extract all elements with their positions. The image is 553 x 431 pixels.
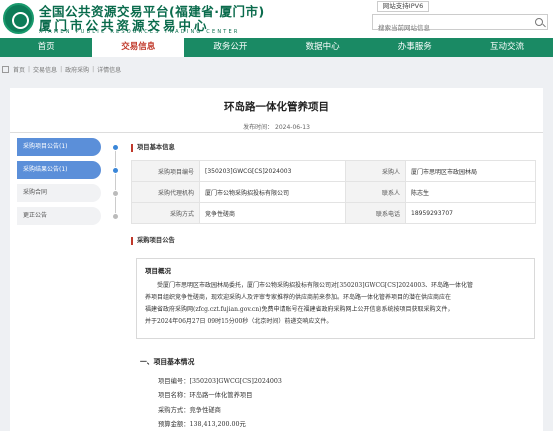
field-value: 18959293707 xyxy=(405,202,536,224)
field-label: 采购方式 xyxy=(131,202,200,224)
field-value: 竞争性磋商 xyxy=(199,202,346,224)
nav-interaction[interactable]: 互动交流 xyxy=(461,38,553,57)
table-row: 采购项目编号 [350203]GWCG[CS]2024003 采购人 厦门市思明… xyxy=(131,160,536,182)
basic-info-table: 采购项目编号 [350203]GWCG[CS]2024003 采购人 厦门市思明… xyxy=(131,160,536,224)
breadcrumb-separator: | xyxy=(92,65,95,73)
field-label: 采购人 xyxy=(345,160,406,182)
project-overview-box: 项目概况 受厦门市思明区市政园林局委托，厦门市公物采购招投标有限公司对[3502… xyxy=(136,258,535,339)
tab-procurement-result[interactable]: 采购结果公告(1) xyxy=(17,161,101,179)
breadcrumb: 首页 | 交易信息 | 政府采购 | 详情信息 xyxy=(0,62,121,76)
overview-text: 并于2024年06月27日 09时15分00秒（北京时间）前递交响应文件。 xyxy=(145,318,333,325)
nav-data-center[interactable]: 数据中心 xyxy=(277,38,369,57)
overview-text: 养项目组织竞争性磋商，现欢迎采购人及评审专家推荐的供应商前来参加。环岛路一体化管… xyxy=(145,294,452,301)
overview-text: 福建省政府采购网(zfcg.czt.fujian.gov.cn)免费申请账号在福… xyxy=(145,306,454,313)
nav-home[interactable]: 首页 xyxy=(0,38,92,57)
site-logo-icon[interactable] xyxy=(3,3,34,34)
section-heading: 一、项目基本情况 xyxy=(140,358,195,366)
timeline-dot xyxy=(112,213,119,220)
search-input[interactable] xyxy=(373,21,523,35)
divider xyxy=(10,132,543,133)
tab-procurement-announcement[interactable]: 采购项目公告(1) xyxy=(17,138,101,156)
breadcrumb-current: 详情信息 xyxy=(97,66,122,74)
field-value: 厦门市思明区市政园林局 xyxy=(405,160,536,182)
breadcrumb-separator: | xyxy=(28,65,31,73)
search-icon[interactable] xyxy=(535,18,543,26)
ipv6-badge: 网站支持IPV6 xyxy=(377,1,429,12)
site-title-english: XIAMEN PUBLIC RESOURCES TRADING CENTER xyxy=(39,29,240,35)
tab-procurement-contract[interactable]: 采购合同 xyxy=(17,184,101,202)
table-row: 采购方式 竞争性磋商 联系电话 18959293707 xyxy=(131,202,536,224)
field-label: 采购项目编号 xyxy=(131,160,200,182)
timeline-dot xyxy=(112,190,119,197)
breadcrumb-separator: | xyxy=(60,65,63,73)
project-number: 项目编号：[350203]GWCG[CS]2024003 xyxy=(158,378,282,385)
content-panel: 环岛路一体化管养项目 发布时间： 2024-06-13 采购项目公告(1) 采购… xyxy=(10,88,543,431)
timeline-dot xyxy=(112,144,119,151)
timeline-line xyxy=(115,146,116,216)
field-label: 采购代理机构 xyxy=(131,181,200,203)
breadcrumb-procurement[interactable]: 政府采购 xyxy=(65,65,89,74)
tab-correction-notice[interactable]: 更正公告 xyxy=(17,207,101,225)
budget-amount: 预算金额：138,413,200.00元 xyxy=(158,421,246,428)
timeline-dot xyxy=(112,167,119,174)
field-value: 厦门市公物采购招投标有限公司 xyxy=(199,181,346,203)
search-box xyxy=(372,14,548,35)
project-name: 项目名称：环岛路一体化管养项目 xyxy=(158,392,253,399)
breadcrumb-home[interactable]: 首页 xyxy=(13,65,25,74)
field-label: 联系人 xyxy=(345,181,406,203)
page-title: 环岛路一体化管养项目 xyxy=(224,101,329,113)
home-icon xyxy=(2,65,9,73)
nav-services[interactable]: 办事服务 xyxy=(369,38,461,57)
table-row: 采购代理机构 厦门市公物采购招投标有限公司 联系人 陈志生 xyxy=(131,181,536,203)
basic-info-heading: 项目基本信息 xyxy=(131,144,175,152)
overview-text: 受厦门市思明区市政园林局委托，厦门市公物采购招投标有限公司对[350203]GW… xyxy=(157,282,474,289)
field-label: 联系电话 xyxy=(345,202,406,224)
overview-title: 项目概况 xyxy=(145,267,171,275)
main-nav: 首页 交易信息 政务公开 数据中心 办事服务 互动交流 xyxy=(0,38,553,57)
publish-time: 发布时间： 2024-06-13 xyxy=(243,124,310,131)
nav-government-affairs[interactable]: 政务公开 xyxy=(184,38,276,57)
field-value: 陈志生 xyxy=(405,181,536,203)
nav-trading-info[interactable]: 交易信息 xyxy=(92,38,185,57)
site-header: 全国公共资源交易平台(福建省·厦门市) 厦门市公共资源交易中心 XIAMEN P… xyxy=(0,0,553,38)
announcement-heading: 采购项目公告 xyxy=(131,237,175,245)
breadcrumb-trading-info[interactable]: 交易信息 xyxy=(33,65,57,74)
field-value: [350203]GWCG[CS]2024003 xyxy=(199,160,346,182)
procurement-method: 采购方式：竞争性磋商 xyxy=(158,407,221,414)
